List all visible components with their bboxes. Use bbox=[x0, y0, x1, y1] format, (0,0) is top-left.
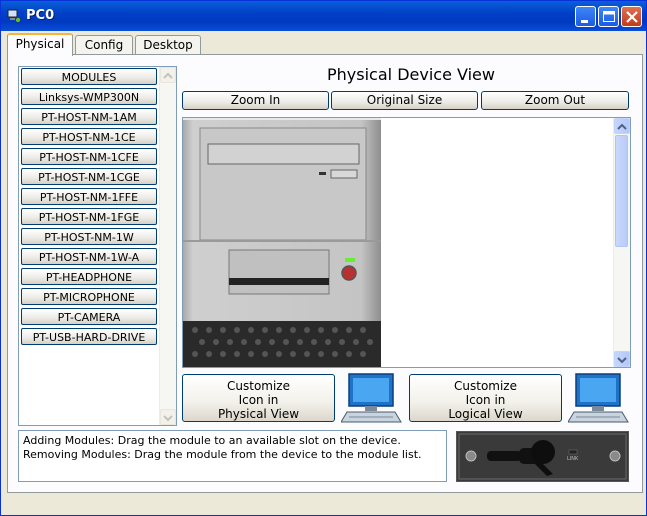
power-button-icon bbox=[341, 265, 357, 281]
pc-tower-image bbox=[183, 118, 381, 367]
button-label: Icon in bbox=[238, 393, 279, 407]
button-label: Logical View bbox=[448, 407, 523, 421]
module-list-scrollbar[interactable] bbox=[159, 67, 176, 425]
module-item[interactable]: PT-HOST-NM-1AM bbox=[21, 108, 157, 125]
zoom-out-button[interactable]: Zoom Out bbox=[481, 91, 629, 110]
module-item[interactable]: PT-HOST-NM-1W bbox=[21, 228, 157, 245]
link-label: LINK bbox=[567, 456, 579, 462]
screw-icon bbox=[609, 450, 621, 462]
module-preview-image: LINK bbox=[456, 431, 629, 482]
window-title: PC0 bbox=[26, 8, 55, 23]
customize-logical-view-button[interactable]: Customize Icon in Logical View bbox=[409, 374, 562, 422]
close-button[interactable] bbox=[621, 6, 642, 27]
instructions-box: Adding Modules: Drag the module to an av… bbox=[18, 430, 447, 482]
module-item[interactable]: PT-HOST-NM-1CFE bbox=[21, 148, 157, 165]
original-size-button[interactable]: Original Size bbox=[331, 91, 478, 110]
pc-icon bbox=[7, 8, 21, 23]
tab-config[interactable]: Config bbox=[75, 35, 133, 54]
device-view-canvas[interactable] bbox=[182, 117, 631, 368]
module-item[interactable]: PT-CAMERA bbox=[21, 308, 157, 325]
button-label: Icon in bbox=[465, 393, 506, 407]
button-label: Customize bbox=[454, 379, 517, 393]
maximize-button[interactable] bbox=[598, 6, 619, 27]
tab-desktop[interactable]: Desktop bbox=[135, 35, 201, 54]
device-view-scrollbar[interactable] bbox=[613, 118, 630, 367]
module-item[interactable]: Linksys-WMP300N bbox=[21, 88, 157, 105]
scroll-down-icon[interactable] bbox=[614, 351, 630, 367]
adding-modules-text: Adding Modules: Drag the module to an av… bbox=[23, 434, 401, 447]
module-item[interactable]: PT-USB-HARD-DRIVE bbox=[21, 328, 157, 345]
scroll-up-icon[interactable] bbox=[614, 118, 630, 134]
removing-modules-text: Removing Modules: Drag the module from t… bbox=[23, 448, 422, 461]
customize-physical-view-button[interactable]: Customize Icon in Physical View bbox=[182, 374, 335, 422]
module-item[interactable]: PT-HOST-NM-1CGE bbox=[21, 168, 157, 185]
power-led-icon bbox=[345, 258, 355, 262]
module-item[interactable]: PT-HOST-NM-1W-A bbox=[21, 248, 157, 265]
minimize-button[interactable] bbox=[575, 6, 596, 27]
module-item[interactable]: PT-HOST-NM-1FGE bbox=[21, 208, 157, 225]
screw-icon bbox=[465, 450, 477, 462]
zoom-in-button[interactable]: Zoom In bbox=[182, 91, 329, 110]
button-label: Physical View bbox=[217, 407, 300, 421]
computer-icon bbox=[567, 372, 630, 430]
scroll-down-icon[interactable] bbox=[160, 409, 176, 425]
modules-header: MODULES bbox=[21, 68, 157, 85]
physical-device-view-title: Physical Device View bbox=[327, 65, 495, 84]
scroll-up-icon[interactable] bbox=[160, 67, 176, 83]
module-list: MODULES Linksys-WMP300N PT-HOST-NM-1AM P… bbox=[18, 66, 177, 426]
module-item[interactable]: PT-HEADPHONE bbox=[21, 268, 157, 285]
scroll-thumb[interactable] bbox=[615, 135, 628, 247]
title-bar[interactable]: PC0 bbox=[1, 1, 646, 31]
button-label: Customize bbox=[227, 379, 290, 393]
module-item[interactable]: PT-HOST-NM-1FFE bbox=[21, 188, 157, 205]
tab-physical[interactable]: Physical bbox=[7, 33, 73, 56]
module-item[interactable]: PT-MICROPHONE bbox=[21, 288, 157, 305]
module-item[interactable]: PT-HOST-NM-1CE bbox=[21, 128, 157, 145]
computer-icon bbox=[340, 372, 403, 430]
physical-tab-panel: MODULES Linksys-WMP300N PT-HOST-NM-1AM P… bbox=[7, 54, 643, 493]
app-window: PC0 Physical Config Desktop MODULES Link… bbox=[0, 0, 647, 516]
